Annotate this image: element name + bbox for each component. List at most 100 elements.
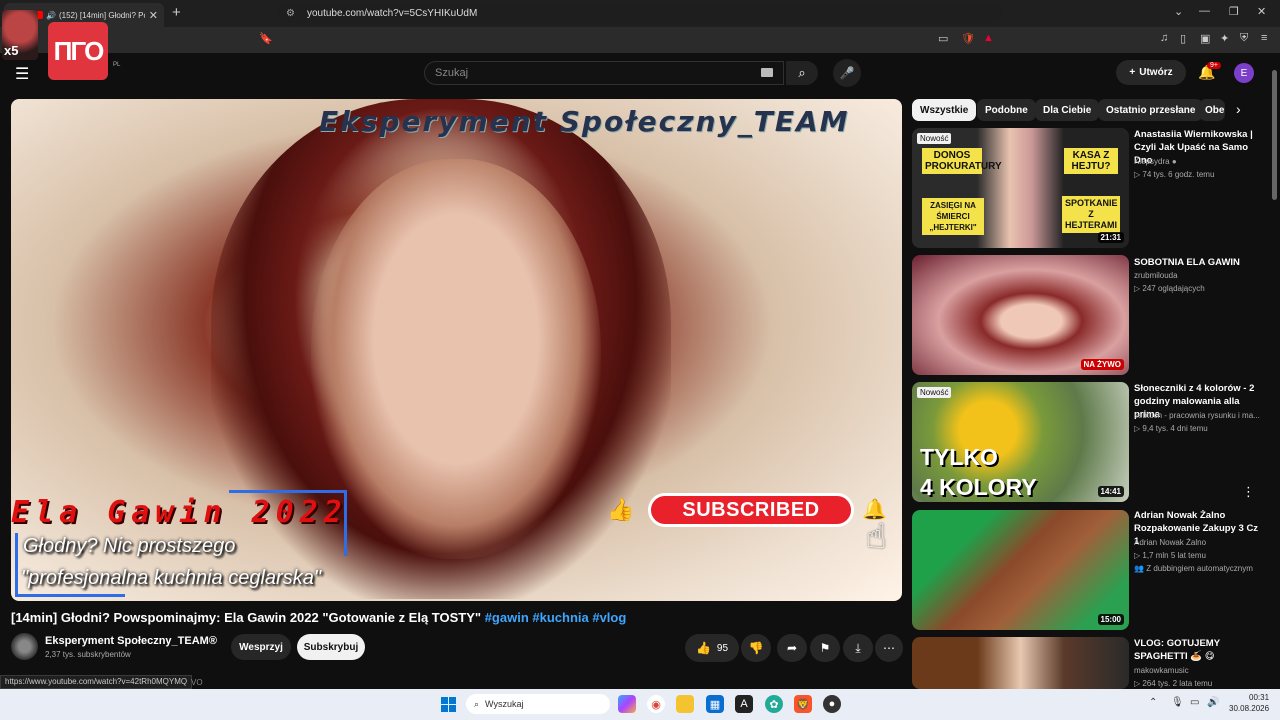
related-thumbnail[interactable]: 15:00 (912, 510, 1129, 630)
related-channel[interactable]: makowkamusic (1134, 666, 1264, 675)
search-icon: ⌕ (474, 698, 480, 709)
chip-ostatnio-przeslane[interactable]: Ostatnio przesłane (1098, 99, 1204, 121)
browser-menu-icon[interactable]: ≡ (1261, 32, 1267, 44)
windows-start-icon[interactable] (441, 697, 456, 712)
download-button[interactable]: ⤓ (843, 634, 873, 662)
brave-rewards-icon[interactable]: ▲ (983, 32, 994, 44)
related-channel[interactable]: Adrian Nowak Żalno (1134, 538, 1264, 547)
thumbs-up-icon: 👍 (695, 641, 711, 655)
keyboard-icon[interactable] (761, 68, 773, 77)
site-info-icon[interactable]: ⚙ (286, 8, 295, 19)
taskbar-search[interactable]: ⌕ Wyszukaj (466, 694, 610, 714)
notification-count-badge: 9+ (1207, 62, 1221, 69)
maximize-button[interactable]: ❐ (1229, 5, 1239, 18)
mic-icon: 🎤 (839, 66, 855, 80)
streamer-webcam: x5 (2, 10, 38, 60)
store-icon[interactable]: ▦ (706, 695, 724, 713)
overlay-hand-cursor-icon: ☝ (866, 518, 887, 556)
brave-browser-icon[interactable]: 🦁 (794, 695, 812, 713)
related-channel[interactable]: sebtuch - pracownia rysunku i ma... (1134, 411, 1264, 420)
related-thumbnail[interactable] (912, 637, 1129, 689)
more-options-icon[interactable]: ⋮ (1242, 484, 1255, 500)
wallet-icon[interactable]: ▣ (1200, 32, 1210, 45)
duration-badge: 14:41 (1097, 486, 1124, 497)
video-player[interactable]: Eksperyment Społeczny_TEAM Ela Gawin 202… (11, 99, 902, 601)
url-field[interactable]: ⚙ youtube.com/watch?v=5CsYHIKuUdM (278, 3, 1002, 23)
related-meta: ▷ 247 oglądających (1134, 284, 1205, 293)
tab-close-icon[interactable]: ✕ (149, 9, 158, 22)
create-button[interactable]: + Utwórz (1116, 60, 1186, 85)
chrome-icon[interactable]: ◉ (647, 695, 665, 713)
support-button[interactable]: Wesprzyj (231, 634, 291, 660)
search-input[interactable]: Szukaj (424, 61, 784, 85)
chip-dla-ciebie[interactable]: Dla Ciebie (1035, 99, 1100, 121)
related-title[interactable]: VLOG: GOTUJEMY SPAGHETTI 🍝 😋 (1134, 637, 1264, 663)
file-explorer-icon[interactable] (676, 695, 694, 713)
related-meta: ▷ 1,7 mln 5 lat temu (1134, 551, 1206, 560)
sidebar-icon[interactable]: ▯ (1180, 32, 1186, 45)
related-channel[interactable]: Klepsydra ● (1134, 157, 1264, 166)
overlay-subscribed-graphic: SUBSCRIBED (648, 493, 854, 527)
save-button[interactable]: ⚑ (810, 634, 840, 662)
hamburger-menu-icon[interactable]: ☰ (15, 64, 29, 84)
vpn-icon[interactable]: ⛨ (1240, 32, 1248, 45)
related-thumbnail[interactable]: NA ŻYWO (912, 255, 1129, 375)
new-badge: Nowość (917, 387, 952, 398)
channel-avatar[interactable] (11, 633, 38, 660)
leo-ai-icon[interactable]: ✦ (1220, 32, 1229, 45)
account-avatar[interactable]: E (1234, 63, 1254, 83)
clock-time: 00:31 (1249, 693, 1270, 702)
windows-taskbar (0, 689, 1280, 720)
media-icon[interactable]: ♫ (1160, 32, 1168, 44)
taskbar-search-label: Wyszukaj (485, 699, 524, 709)
app-icon[interactable]: ✿ (765, 695, 783, 713)
dislike-button[interactable]: 👎 (741, 634, 771, 662)
close-window-button[interactable]: ✕ (1257, 5, 1266, 18)
cast-icon[interactable]: ▭ (938, 32, 948, 45)
obs-icon[interactable]: ● (823, 695, 841, 713)
channel-name[interactable]: Eksperyment Społeczny_TEAM® (45, 635, 217, 647)
taskbar-clock[interactable]: 00:31 30.08.2026 (1229, 692, 1269, 714)
like-button[interactable]: 👍 95 (685, 634, 739, 662)
status-bar-url: https://www.youtube.com/watch?v=42tRh0MQ… (0, 675, 193, 689)
tray-chevron-icon[interactable]: ⌃ (1149, 697, 1157, 708)
bookmark-icon[interactable]: 🔖 (259, 32, 273, 45)
voice-search-button[interactable]: 🎤 (833, 59, 861, 87)
url-text: youtube.com/watch?v=5CsYHIKuUdM (306, 7, 478, 19)
chevron-right-icon[interactable]: › (1236, 101, 1241, 117)
brave-shields-icon[interactable]: 🛡 (961, 32, 975, 45)
video-hashtags[interactable]: #gawin #kuchnia #vlog (485, 610, 627, 625)
duration-badge: 21:31 (1097, 232, 1124, 243)
chip-wszystkie[interactable]: Wszystkie (912, 99, 977, 121)
more-horizontal-icon: ⋯ (883, 641, 895, 655)
subscribe-button[interactable]: Subskrybuj (297, 634, 365, 660)
related-thumbnail[interactable]: Nowość TYLKO 4 KOLORY 14:41 (912, 382, 1129, 502)
new-tab-button[interactable]: + (172, 4, 181, 21)
search-button[interactable]: ⌕ (786, 61, 818, 85)
dubbing-info: 👥 Z dubbingiem automatycznym (1134, 564, 1253, 573)
network-icon[interactable]: ▭ (1190, 697, 1199, 708)
microphone-tray-icon[interactable]: 🎙 (1171, 697, 1184, 708)
overlay-thumbs-up-icon: 👍 (607, 497, 635, 522)
related-channel[interactable]: zrubmilouda (1134, 271, 1264, 280)
chip-podobne[interactable]: Podobne (977, 99, 1036, 121)
volume-icon[interactable]: 🔊 (1207, 697, 1219, 708)
minimize-button[interactable]: — (1199, 5, 1210, 17)
video-title-text: [14min] Głodni? Powspominajmy: Ela Gawin… (11, 610, 482, 625)
chip-obejrzane[interactable]: Obe (1199, 99, 1225, 121)
channel-subscribers: 2,37 tys. subskrybentów (45, 650, 131, 659)
address-bar-row (0, 27, 1280, 53)
share-button[interactable]: ➦ (777, 634, 807, 662)
create-label: Utwórz (1139, 67, 1173, 78)
stream-logo: ΠΓO (48, 22, 108, 80)
terminal-icon[interactable]: A (735, 695, 753, 713)
more-actions-button[interactable]: ⋯ (875, 634, 903, 662)
page-scrollbar[interactable] (1272, 70, 1277, 200)
tab-list-chevron-icon[interactable]: ⌄ (1174, 5, 1183, 18)
speaker-icon[interactable]: 🔊 (46, 11, 56, 20)
related-thumbnail[interactable]: Nowość DONOS PROKURATURY KASA Z HEJTU? Z… (912, 128, 1129, 248)
share-icon: ➦ (786, 641, 798, 655)
copilot-icon[interactable] (618, 695, 636, 713)
live-badge: NA ŻYWO (1080, 359, 1124, 370)
related-title[interactable]: SOBOTNIA ELA GAWIN (1134, 256, 1264, 269)
